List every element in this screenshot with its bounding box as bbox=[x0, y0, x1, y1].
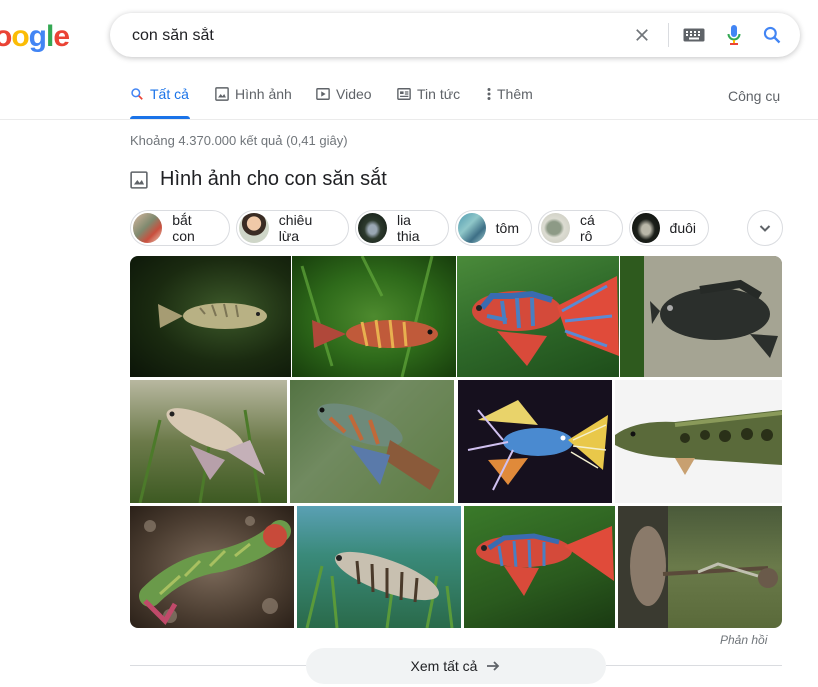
chip-thumbnail bbox=[541, 213, 570, 243]
section-title-text: Hình ảnh cho con săn sắt bbox=[160, 168, 387, 190]
image-result[interactable] bbox=[464, 506, 615, 628]
chip-duoi[interactable]: đuôi bbox=[629, 210, 709, 246]
tab-label: Hình ảnh bbox=[235, 86, 292, 102]
logo-letter: o bbox=[11, 20, 29, 53]
news-icon bbox=[397, 88, 411, 100]
tab-images[interactable]: Hình ảnh bbox=[215, 86, 292, 102]
tools-button[interactable]: Công cụ bbox=[728, 88, 780, 104]
divider bbox=[606, 665, 782, 666]
tab-more[interactable]: Thêm bbox=[487, 86, 533, 102]
more-vert-icon bbox=[487, 88, 491, 100]
tab-label: Tin tức bbox=[417, 86, 461, 102]
chip-label: đuôi bbox=[669, 220, 696, 236]
see-all-label: Xem tất cả bbox=[410, 658, 478, 674]
chip-bat-con[interactable]: bắt con bbox=[130, 210, 230, 246]
chip-ca-ro[interactable]: cá rô bbox=[538, 210, 623, 246]
image-result[interactable] bbox=[457, 256, 619, 377]
search-icon bbox=[131, 88, 143, 100]
chip-label: cá rô bbox=[579, 212, 595, 244]
logo-letter: o bbox=[0, 20, 12, 53]
image-result[interactable] bbox=[130, 506, 294, 628]
result-stats: Khoảng 4.370.000 kết quả (0,41 giây) bbox=[130, 133, 348, 148]
feedback-link[interactable]: Phản hồi bbox=[720, 633, 767, 647]
search-icon[interactable] bbox=[760, 23, 784, 47]
see-all-button[interactable]: Xem tất cả bbox=[306, 648, 606, 684]
tab-news[interactable]: Tin tức bbox=[397, 86, 460, 102]
chip-label: bắt con bbox=[172, 212, 195, 244]
image-grid bbox=[130, 256, 782, 628]
chip-label: lia thia bbox=[396, 212, 420, 244]
search-box bbox=[110, 13, 800, 57]
image-result[interactable] bbox=[615, 380, 782, 503]
divider bbox=[130, 665, 306, 666]
tab-label: Video bbox=[336, 86, 372, 102]
chip-thumbnail bbox=[358, 213, 387, 243]
logo-letter: g bbox=[28, 20, 47, 53]
chips-scroll-button[interactable] bbox=[747, 210, 783, 246]
chevron-down-icon bbox=[759, 225, 771, 232]
image-result[interactable] bbox=[290, 380, 454, 503]
divider bbox=[668, 23, 669, 47]
tab-all[interactable]: Tất cả bbox=[130, 86, 189, 102]
video-icon bbox=[316, 88, 330, 100]
image-result[interactable] bbox=[458, 380, 612, 503]
image-icon bbox=[130, 170, 148, 189]
chip-chieu-lua[interactable]: chiêu lừa bbox=[236, 210, 349, 246]
image-icon bbox=[215, 87, 229, 101]
image-result[interactable] bbox=[292, 256, 456, 377]
keyboard-icon[interactable] bbox=[680, 23, 708, 47]
image-result[interactable] bbox=[130, 256, 291, 377]
chip-lia-thia[interactable]: lia thia bbox=[355, 210, 449, 246]
image-result[interactable] bbox=[130, 380, 287, 503]
tab-label: Thêm bbox=[497, 86, 533, 102]
chip-tom[interactable]: tôm bbox=[455, 210, 532, 246]
arrow-right-icon bbox=[487, 661, 500, 671]
chip-thumbnail bbox=[632, 213, 660, 243]
image-result[interactable] bbox=[297, 506, 461, 628]
header-divider bbox=[0, 119, 818, 120]
image-result[interactable] bbox=[620, 256, 782, 377]
chip-label: tôm bbox=[495, 220, 519, 236]
chip-thumbnail bbox=[239, 213, 269, 243]
chip-thumbnail bbox=[133, 213, 163, 243]
microphone-icon[interactable] bbox=[722, 23, 746, 47]
images-section-title[interactable]: Hình ảnh cho con săn sắt bbox=[130, 168, 387, 191]
chip-thumbnail bbox=[458, 213, 486, 243]
google-logo[interactable]: oogle bbox=[0, 18, 70, 56]
tab-video[interactable]: Video bbox=[316, 86, 372, 102]
tab-label: Tất cả bbox=[150, 86, 189, 102]
image-result[interactable] bbox=[618, 506, 782, 628]
clear-icon[interactable] bbox=[630, 23, 654, 47]
search-input[interactable] bbox=[130, 23, 614, 49]
logo-letter: e bbox=[53, 20, 70, 53]
chip-label: chiêu lừa bbox=[278, 212, 313, 244]
